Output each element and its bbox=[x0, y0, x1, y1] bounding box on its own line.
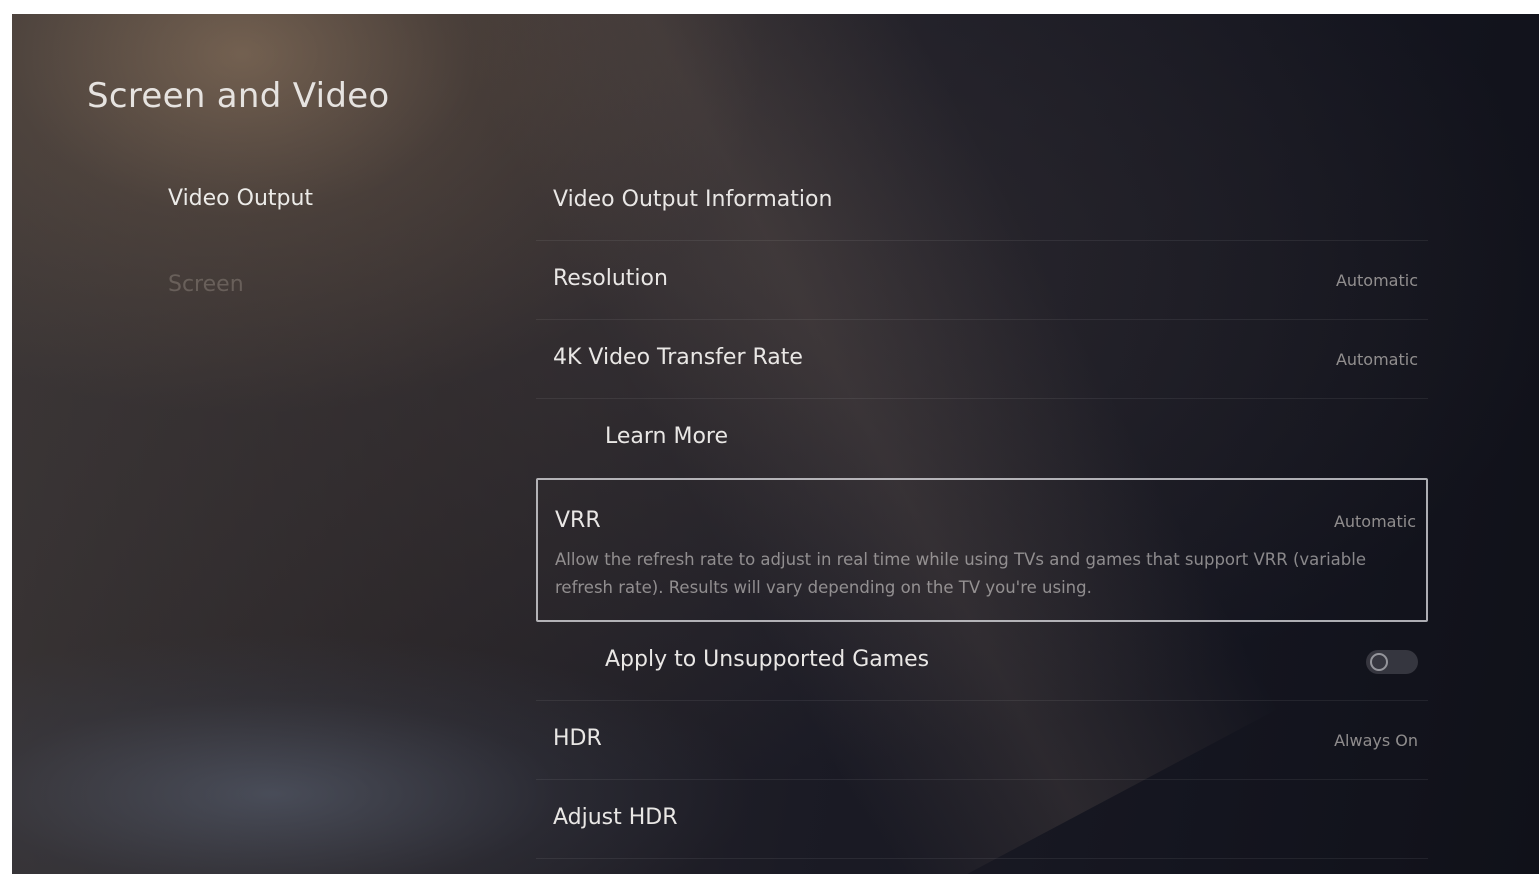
setting-vrr[interactable]: VRR Automatic Allow the refresh rate to … bbox=[536, 478, 1428, 622]
settings-screen: Screen and Video Video Output Screen Vid… bbox=[12, 14, 1539, 874]
setting-learn-more[interactable]: Learn More bbox=[536, 399, 1428, 478]
setting-apply-to-unsupported-games[interactable]: Apply to Unsupported Games bbox=[536, 622, 1428, 701]
setting-adjust-hdr[interactable]: Adjust HDR bbox=[536, 780, 1428, 859]
sidebar-item-screen[interactable]: Screen bbox=[168, 272, 244, 297]
toggle-switch[interactable] bbox=[1366, 650, 1418, 674]
setting-4k-video-transfer-rate[interactable]: 4K Video Transfer Rate Automatic bbox=[536, 320, 1428, 399]
setting-label: Apply to Unsupported Games bbox=[605, 647, 930, 672]
setting-description: Allow the refresh rate to adjust in real… bbox=[555, 550, 1366, 597]
setting-label: HDR bbox=[553, 726, 602, 751]
setting-value: Automatic bbox=[1335, 271, 1418, 290]
setting-label: Learn More bbox=[605, 424, 729, 449]
page-title: Screen and Video bbox=[87, 76, 390, 116]
setting-value: Always On bbox=[1334, 731, 1418, 750]
settings-list: Video Output Information Resolution Auto… bbox=[536, 162, 1428, 859]
setting-label: Adjust HDR bbox=[553, 805, 678, 830]
setting-label: Video Output Information bbox=[553, 187, 833, 212]
sidebar-item-video-output[interactable]: Video Output bbox=[168, 186, 313, 211]
setting-label: Resolution bbox=[553, 266, 668, 291]
setting-resolution[interactable]: Resolution Automatic bbox=[536, 241, 1428, 320]
setting-value: Automatic bbox=[1333, 512, 1416, 531]
setting-video-output-information[interactable]: Video Output Information bbox=[536, 162, 1428, 241]
setting-label: 4K Video Transfer Rate bbox=[553, 345, 803, 370]
setting-label: VRR bbox=[555, 508, 601, 533]
setting-hdr[interactable]: HDR Always On bbox=[536, 701, 1428, 780]
toggle-knob-icon bbox=[1370, 653, 1388, 671]
setting-value: Automatic bbox=[1335, 350, 1418, 369]
